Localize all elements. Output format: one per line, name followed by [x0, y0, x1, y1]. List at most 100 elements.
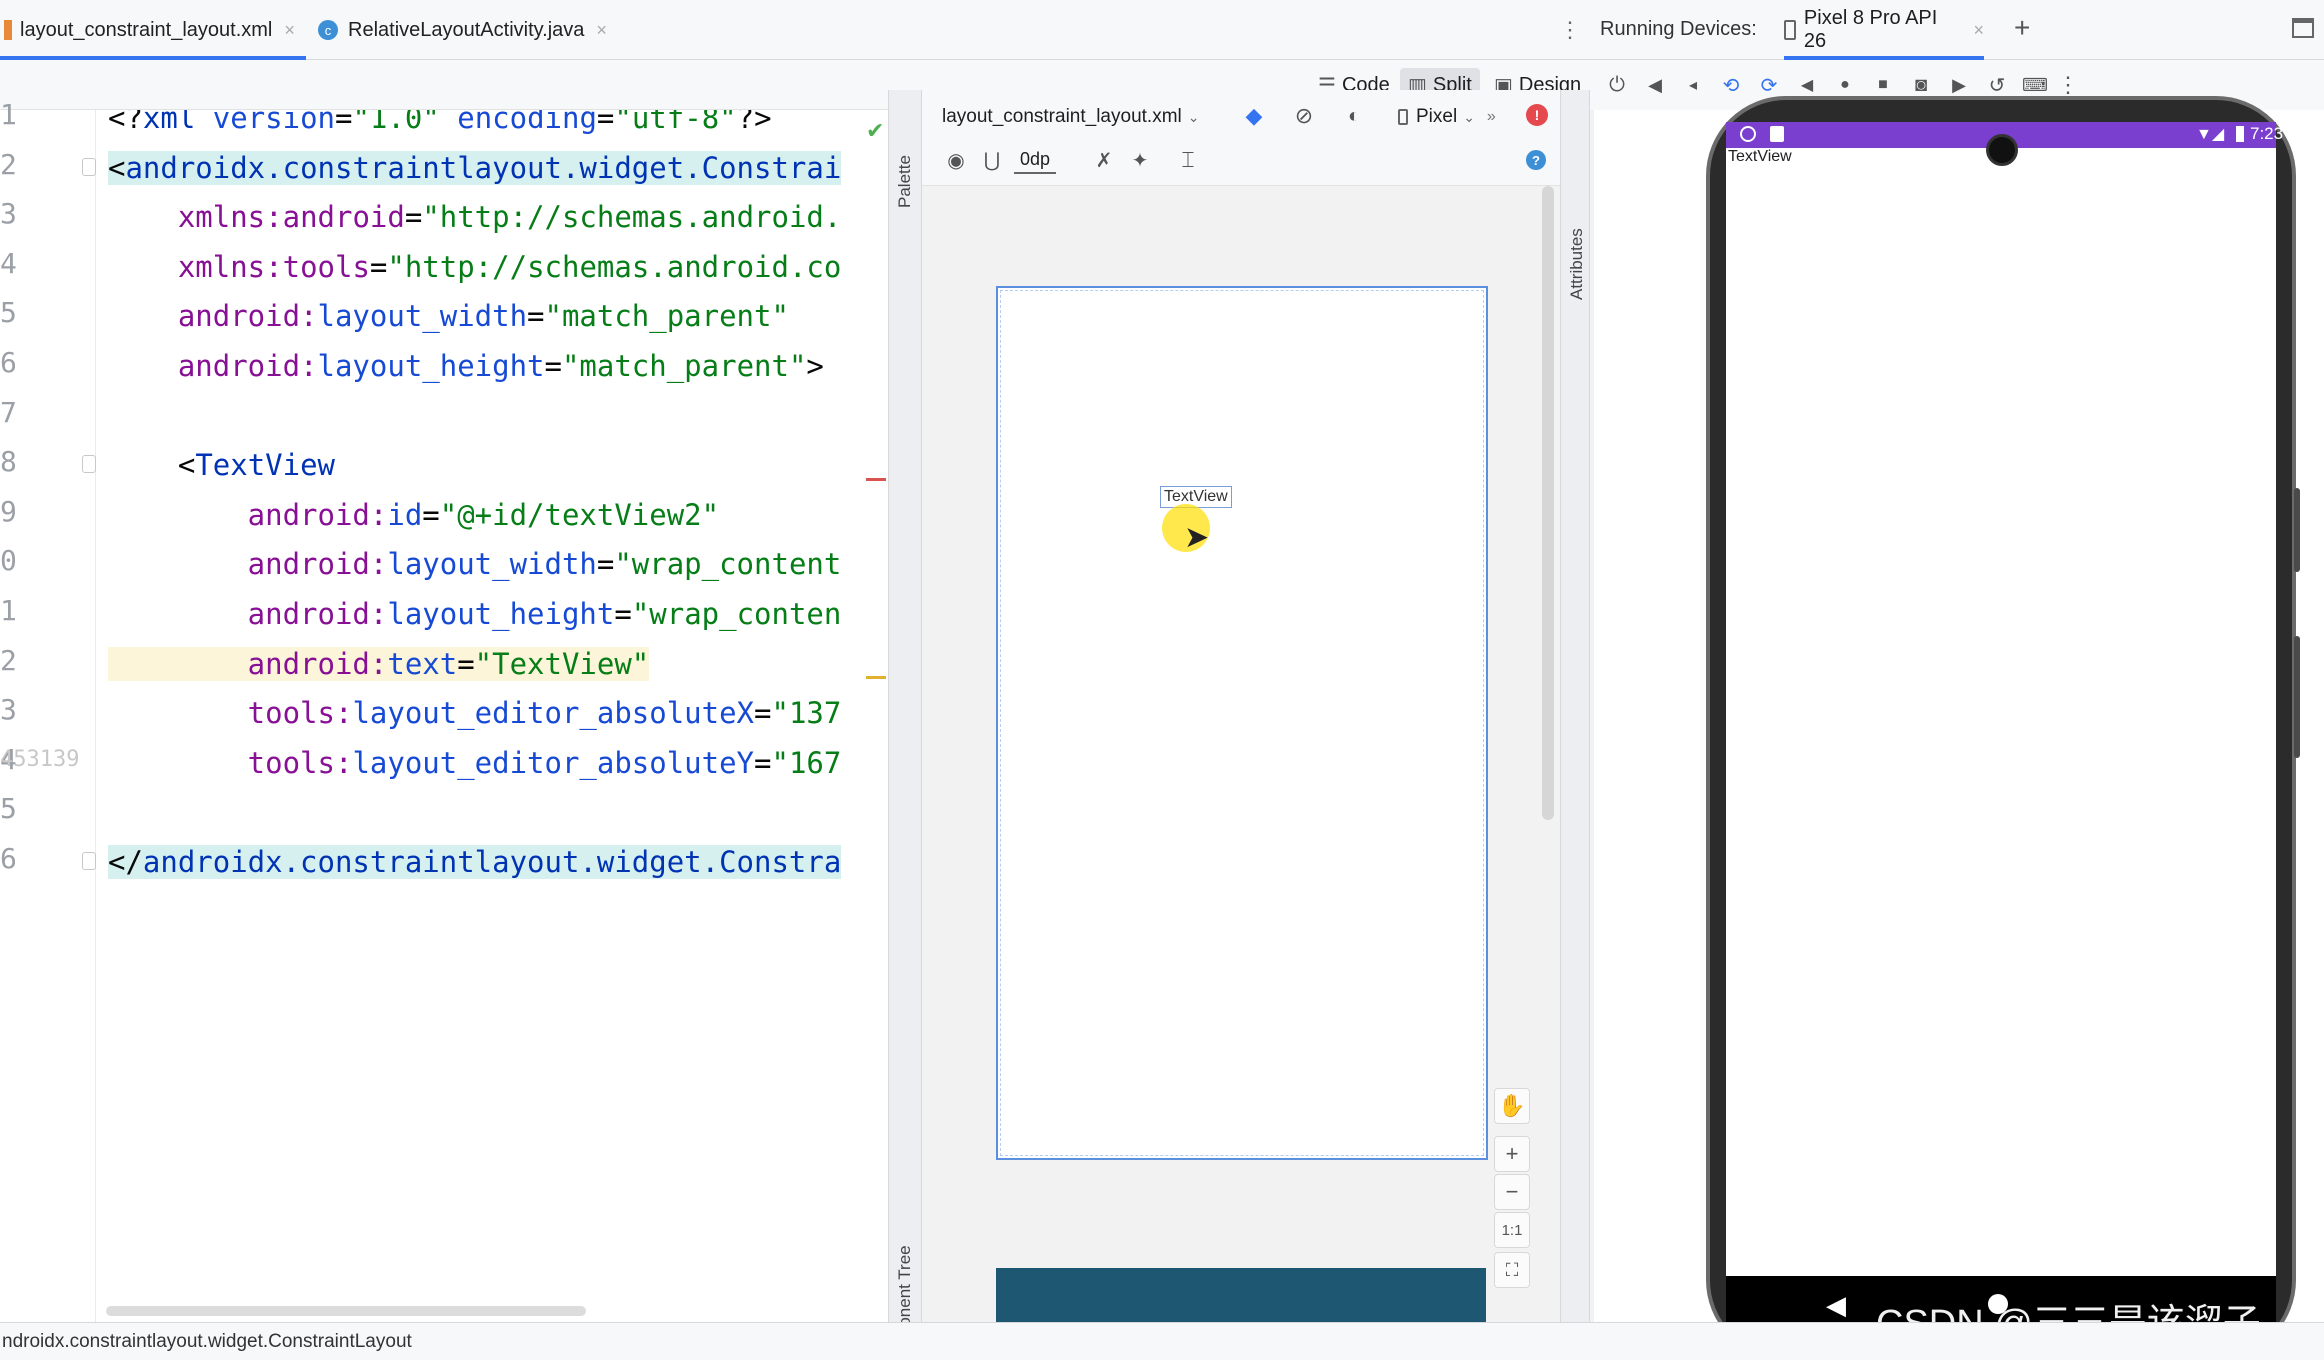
- code-line[interactable]: <androidx.constraintlayout.widget.Constr…: [108, 146, 842, 190]
- eye-icon[interactable]: ◉: [942, 146, 970, 174]
- zoom-in-button[interactable]: +: [1494, 1136, 1530, 1172]
- phone-side-button[interactable]: [2294, 488, 2300, 572]
- code-line[interactable]: android:layout_height="match_parent">: [108, 344, 824, 388]
- blueprint-preview: [996, 1268, 1486, 1322]
- java-class-icon: c: [318, 20, 338, 40]
- code-line[interactable]: <?xml version="1.0" encoding="utf-8"?>: [108, 110, 772, 140]
- code-line[interactable]: android:layout_height="wrap_conten: [108, 592, 842, 636]
- orientation-icon[interactable]: ⊘: [1290, 102, 1318, 130]
- tab-layout-constraint[interactable]: layout_constraint_layout.xml ×: [0, 0, 306, 60]
- zoom-reset-button[interactable]: 1:1: [1494, 1212, 1530, 1248]
- code-token: =: [596, 110, 615, 135]
- night-mode-icon[interactable]: ◐: [1340, 102, 1368, 130]
- warning-marker: [866, 478, 886, 481]
- code-token: =: [457, 646, 475, 681]
- power-icon[interactable]: ⏻: [1602, 68, 1632, 102]
- code-token: <?: [108, 110, 143, 135]
- fold-marker-icon[interactable]: [82, 852, 96, 870]
- zoom-out-button[interactable]: −: [1494, 1174, 1530, 1210]
- code-token: android:: [108, 497, 388, 532]
- code-token: "http://schemas.android.: [422, 200, 842, 235]
- code-token: tools: [282, 249, 370, 284]
- guidelines-icon[interactable]: ⌶: [1174, 146, 1202, 174]
- nav-back-icon[interactable]: ◀: [1826, 1290, 1846, 1321]
- code-line[interactable]: tools:layout_editor_absoluteX="137: [108, 691, 842, 735]
- default-margin-dropdown[interactable]: 0dp: [1014, 146, 1057, 174]
- layers-icon[interactable]: ◆: [1240, 102, 1268, 130]
- code-token: androidx.constraintlayout.widget.Constra…: [125, 150, 842, 185]
- clear-constraints-icon[interactable]: ✗: [1090, 146, 1118, 174]
- rotate-left-icon[interactable]: ⟲: [1716, 68, 1746, 102]
- volume-down-icon[interactable]: ◂: [1678, 68, 1708, 102]
- design-canvas[interactable]: [996, 286, 1488, 1160]
- vertical-scrollbar[interactable]: [1542, 186, 1554, 820]
- line-number: 0: [0, 544, 17, 578]
- chevron-down-icon: ⌄: [1463, 108, 1475, 125]
- code-token: <: [108, 448, 196, 483]
- code-editor[interactable]: <?xml version="1.0" encoding="utf-8"?> <a…: [96, 110, 888, 1322]
- code-token: "167: [771, 745, 842, 780]
- line-number: 1: [0, 594, 17, 627]
- overflow-chevron-icon[interactable]: »: [1487, 108, 1496, 126]
- pan-hand-icon[interactable]: ✋: [1494, 1088, 1530, 1124]
- tab-relative-layout-activity[interactable]: c RelativeLayoutActivity.java ×: [318, 0, 628, 60]
- textview-widget[interactable]: TextView: [1160, 486, 1232, 508]
- code-token: layout_height: [317, 349, 545, 383]
- magnet-icon[interactable]: ⋃: [978, 146, 1006, 174]
- emulator-screen[interactable]: [1726, 122, 2276, 1276]
- chevron-down-icon: ⌄: [1187, 108, 1200, 125]
- volume-up-icon[interactable]: ◀︎: [1640, 68, 1670, 102]
- code-token: tools:: [108, 696, 353, 731]
- line-number: 6: [0, 842, 17, 875]
- code-token: layout_width: [387, 547, 597, 582]
- line-number: 5: [0, 792, 17, 826]
- fold-marker-icon[interactable]: [82, 157, 96, 176]
- error-icon[interactable]: !: [1526, 104, 1548, 126]
- line-number-gutter: 1 2 3 4 5 6 7 8 9 0 1 2 3 4 5 6 453139: [0, 98, 96, 1322]
- line-number: 4: [0, 246, 17, 280]
- code-line[interactable]: tools:layout_editor_absoluteY="167: [108, 741, 842, 785]
- layout-file-dropdown[interactable]: layout_constraint_layout.xml ⌄: [942, 100, 1199, 134]
- device-dropdown[interactable]: Pixel ⌄ »: [1398, 100, 1496, 134]
- code-token: =: [404, 200, 423, 235]
- emulator-textview: TextView: [1728, 148, 1792, 165]
- close-icon[interactable]: ×: [1973, 20, 1984, 41]
- more-vertical-icon[interactable]: ⋮: [1559, 14, 1581, 46]
- code-line[interactable]: xmlns:tools="http://schemas.android.co: [108, 245, 842, 289]
- code-token: xmlns:: [108, 200, 283, 235]
- close-icon[interactable]: ×: [284, 20, 295, 41]
- code-line[interactable]: </androidx.constraintlayout.widget.Const…: [108, 840, 842, 884]
- close-icon[interactable]: ×: [596, 20, 607, 41]
- code-token: TextView: [195, 448, 335, 483]
- zoom-fit-icon[interactable]: ⛶: [1494, 1252, 1530, 1288]
- palette-tab[interactable]: Palette: [895, 155, 915, 208]
- mouse-cursor-icon: ➤: [1184, 521, 1210, 554]
- help-icon[interactable]: ?: [1526, 150, 1546, 170]
- code-line[interactable]: xmlns:android="http://schemas.android.: [108, 195, 842, 239]
- code-token: =: [527, 299, 545, 334]
- infer-constraints-icon[interactable]: ✦: [1126, 146, 1154, 174]
- code-line[interactable]: android:text="TextView": [108, 642, 650, 686]
- attributes-tab[interactable]: Attributes: [1567, 228, 1587, 300]
- code-token: android: [282, 200, 405, 235]
- code-line[interactable]: android:layout_width="match_parent": [108, 294, 789, 338]
- tab-label: RelativeLayoutActivity.java: [348, 18, 585, 41]
- horizontal-scrollbar[interactable]: [106, 1306, 586, 1316]
- code-token: xml: [142, 110, 196, 135]
- code-line[interactable]: <TextView: [108, 443, 335, 487]
- add-device-button[interactable]: +: [2014, 12, 2030, 44]
- tab-pixel-device[interactable]: Pixel 8 Pro API 26 ×: [1784, 0, 1984, 60]
- code-line[interactable]: android:id="@+id/textView2": [108, 493, 719, 537]
- fold-marker-icon[interactable]: [82, 455, 96, 474]
- status-circle-icon: [1740, 126, 1756, 142]
- battery-icon: [2236, 126, 2244, 142]
- code-token: =: [754, 745, 772, 780]
- line-number: 5: [0, 296, 17, 330]
- gutter-overlay-text: 453139: [0, 746, 80, 772]
- sd-card-icon: [1770, 126, 1784, 142]
- code-line[interactable]: android:layout_width="wrap_content: [108, 542, 842, 586]
- phone-volume-button[interactable]: [2294, 636, 2300, 758]
- status-time: 7:23: [2250, 124, 2284, 143]
- window-maximize-icon[interactable]: [2292, 18, 2314, 38]
- breadcrumb[interactable]: ndroidx.constraintlayout.widget.Constrai…: [2, 1331, 412, 1353]
